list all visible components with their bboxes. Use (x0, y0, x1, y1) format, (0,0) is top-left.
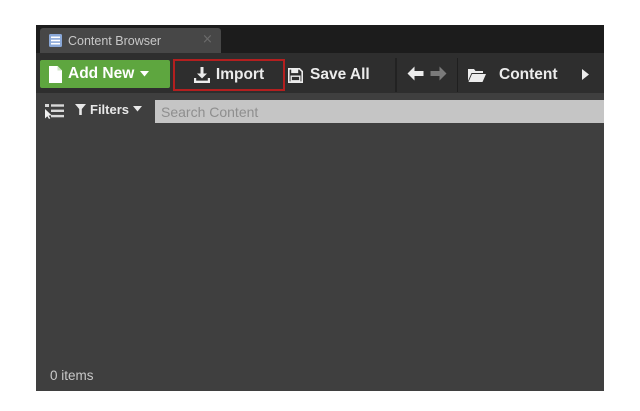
content-browser-icon (49, 34, 62, 47)
search-input[interactable] (155, 100, 604, 123)
toolbar-divider (457, 58, 458, 92)
content-browser-window: Content Browser × Add New Import Save Al… (36, 25, 604, 391)
tab-strip: Content Browser × (36, 25, 604, 53)
import-download-icon (193, 67, 210, 83)
folder-icon (468, 69, 486, 82)
add-new-button[interactable]: Add New (40, 60, 170, 88)
filter-funnel-icon (75, 103, 86, 115)
save-icon (288, 67, 303, 83)
filters-label: Filters (90, 101, 130, 117)
path-content-label: Content (499, 66, 558, 83)
save-all-button[interactable]: Save All (288, 60, 388, 90)
toolbar-divider (395, 58, 397, 92)
add-new-label: Add New (68, 65, 135, 82)
new-file-icon (49, 65, 62, 83)
path-content-button[interactable]: Content (468, 60, 558, 90)
tab-content-browser[interactable]: Content Browser × (40, 28, 221, 53)
save-all-label: Save All (310, 66, 370, 83)
path-arrow-icon[interactable] (582, 69, 589, 80)
filters-button[interactable]: Filters (75, 100, 143, 118)
sources-panel-toggle-icon[interactable] (45, 103, 65, 119)
back-arrow-icon[interactable] (407, 66, 424, 81)
chevron-down-icon (140, 71, 150, 77)
import-button[interactable]: Import (173, 59, 285, 91)
forward-arrow-icon[interactable] (430, 66, 447, 81)
item-count: 0 items (50, 368, 94, 383)
tab-title: Content Browser (68, 33, 162, 48)
import-label: Import (215, 66, 265, 83)
chevron-down-icon (133, 106, 143, 112)
tab-close-icon[interactable]: × (202, 32, 213, 47)
